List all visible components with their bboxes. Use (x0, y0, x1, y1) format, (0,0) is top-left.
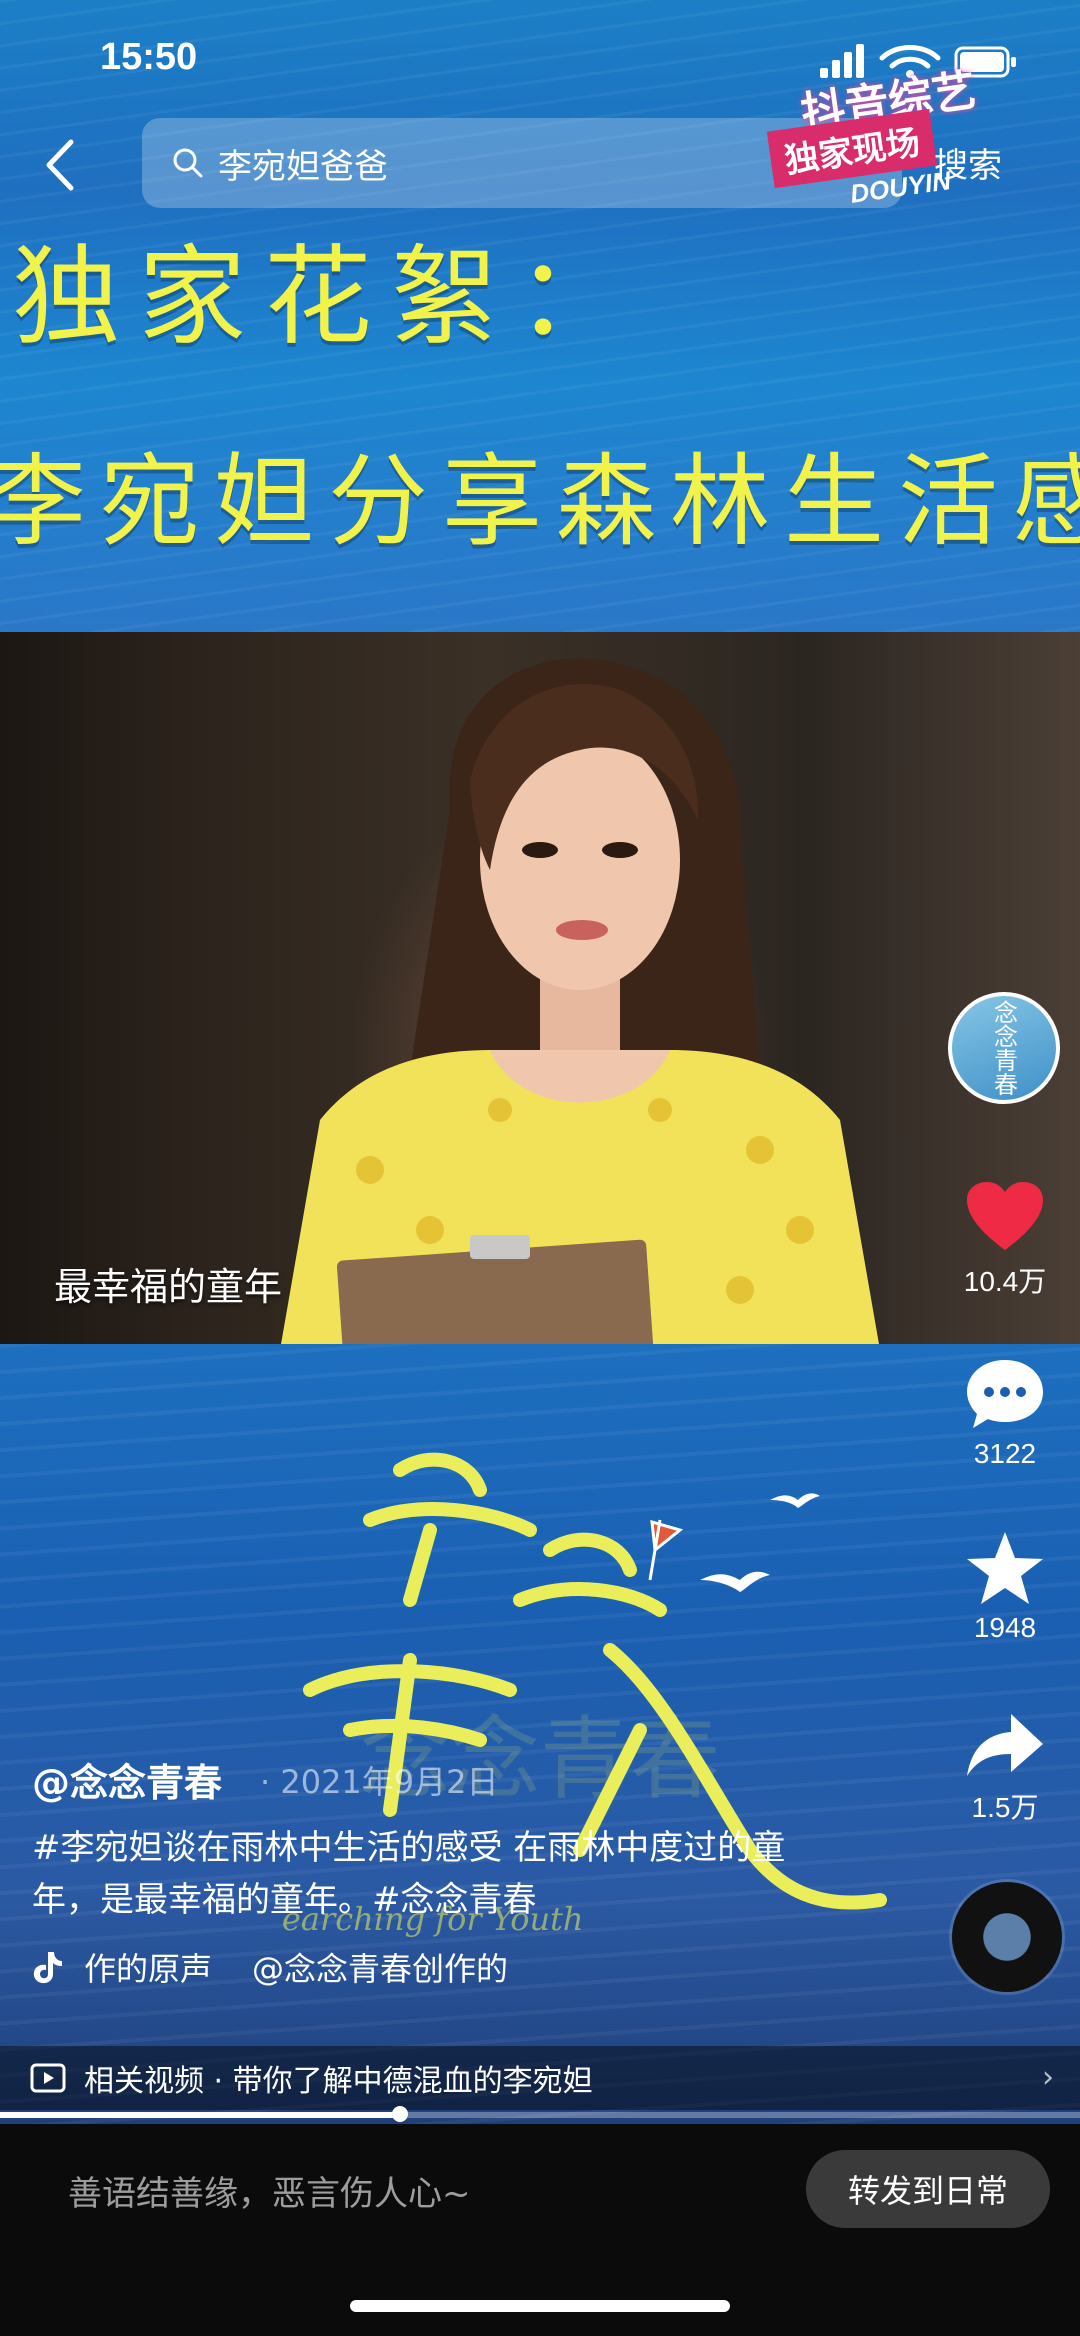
home-indicator (350, 2300, 730, 2312)
progress-fill (0, 2112, 400, 2118)
bird-icon (700, 1493, 820, 1592)
comment-icon (967, 1360, 1043, 1428)
heart-icon (967, 1182, 1043, 1250)
chevron-right-icon: › (1042, 2060, 1054, 2095)
favorite-count: 1948 (973, 1612, 1037, 1643)
avatar-text: 念念青春 (989, 1000, 1018, 1096)
status-time: 15:50 (100, 36, 198, 78)
favorite-button[interactable]: 1948 (950, 1530, 1060, 1644)
banner-title: 独家花絮： (12, 235, 643, 360)
video-progress-bar[interactable] (0, 2106, 1080, 2122)
music-disc[interactable] (952, 1882, 1062, 1992)
tiktok-note-icon (33, 1952, 62, 1984)
music-title-right: @念念青春创作的 (252, 1950, 509, 1988)
music-title-left: 作的原声 (84, 1950, 213, 1988)
back-button[interactable] (30, 130, 90, 200)
like-button[interactable]: 10.4万 (950, 1180, 1060, 1300)
related-videos-text: 相关视频 · 带你了解中德混血的李宛妲 (84, 2064, 593, 2099)
comment-count: 3122 (973, 1438, 1037, 1469)
like-count: 10.4万 (963, 1266, 1047, 1297)
share-to-daily-button[interactable]: 转发到日常 (806, 2150, 1050, 2228)
creator-avatar[interactable]: 念念青春 (948, 992, 1060, 1104)
banner-subtitle: 李宛妲分享森林生活感受 (0, 443, 1080, 560)
music-info[interactable]: 作的原声 @念念青春创作的 (32, 1944, 508, 1990)
star-icon (967, 1532, 1043, 1604)
comment-button[interactable]: 3122 (950, 1356, 1060, 1470)
post-description[interactable]: #李宛妲谈在雨林中生活的感受 在雨林中度过的童年，是最幸福的童年。#念念青春 (32, 1822, 812, 1926)
video-screen[interactable]: 15:50 李宛妲爸爸 抖音综艺 独家现场 DOUYIN 搜索 独家花絮： 李宛… (0, 0, 1080, 2336)
video-icon (30, 2063, 66, 2093)
progress-knob[interactable] (391, 2106, 408, 2122)
author-name[interactable]: @念念青春 (32, 1752, 222, 1807)
share-count: 1.5万 (971, 1792, 1039, 1823)
search-icon (173, 148, 203, 178)
video-subtitle: 最幸福的童年 (54, 1265, 283, 1309)
flag-icon (648, 1519, 684, 1581)
chevron-left-icon (46, 139, 74, 191)
search-button[interactable]: 搜索 (934, 138, 1002, 187)
related-videos-bar[interactable]: 相关视频 · 带你了解中德混血的李宛妲 › (0, 2046, 1080, 2110)
comment-input[interactable]: 善语结善缘，恶言伤人心~ (68, 2166, 471, 2215)
share-arrow-icon (967, 1714, 1043, 1776)
search-query: 李宛妲爸爸 (218, 146, 388, 187)
post-date: · 2021年9月2日 (260, 1763, 499, 1801)
douyin-variety-badge: 抖音综艺 独家现场 DOUYIN (730, 60, 1030, 210)
person-figure (280, 658, 880, 1350)
share-button[interactable]: 1.5万 (950, 1710, 1060, 1826)
